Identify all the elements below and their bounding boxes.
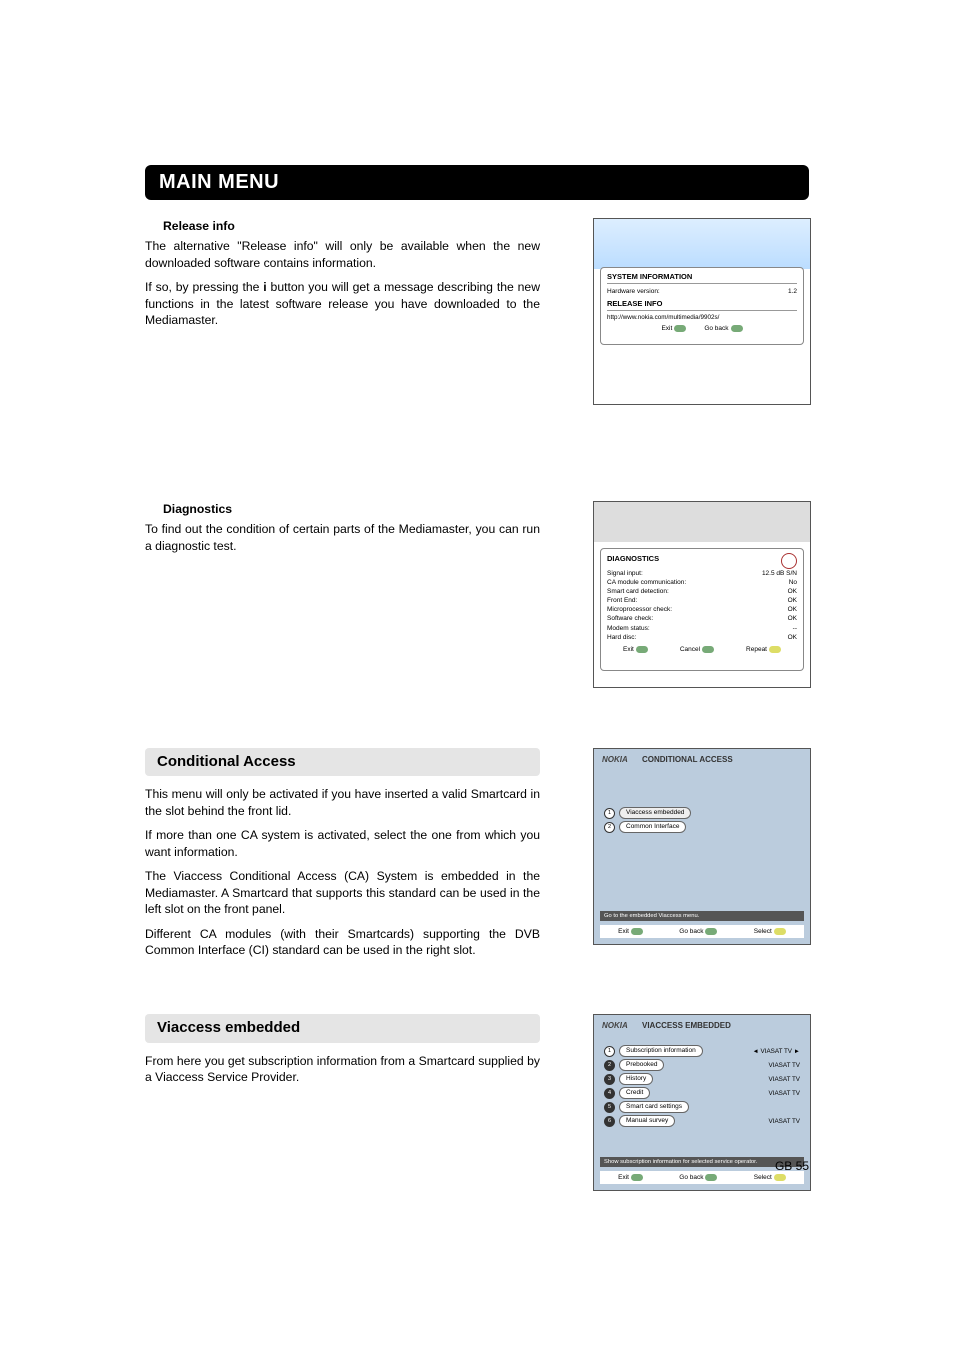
screen1-back-btn: Go back [704, 325, 742, 332]
viaccess-menu-item: 6Manual surveyVIASAT TV [604, 1115, 800, 1127]
viaccess-menu-item: 3HistoryVIASAT TV [604, 1073, 800, 1085]
screen2-rows: Signal input:12.5 dB S/NCA module commun… [607, 569, 797, 642]
screen1-hw-label: Hardware version: [607, 287, 660, 296]
screen4-back-btn: Go back [679, 1174, 717, 1181]
diagnostics-row: Modem status:-- [607, 624, 797, 633]
viaccess-menu-item: 5Smart card settings [604, 1101, 800, 1113]
screen4-select-btn: Select [754, 1174, 786, 1181]
section-release-info: Release info The alternative "Release in… [145, 218, 809, 405]
viaccess-menu-item: 1Subscription information◄ VIASAT TV ► [604, 1045, 800, 1057]
screen2-exit-btn: Exit [623, 646, 648, 653]
conditional-access-heading: Conditional Access [145, 748, 540, 776]
viaccess-menu-item: 2PrebookedVIASAT TV [604, 1059, 800, 1071]
release-info-p1: The alternative "Release info" will only… [145, 238, 540, 271]
diagnostics-row: CA module communication:No [607, 578, 797, 587]
section-diagnostics: Diagnostics To find out the condition of… [145, 501, 809, 688]
screen1-title: SYSTEM INFORMATION [607, 272, 797, 284]
page-title-bar: MAIN MENU [145, 165, 809, 200]
screen4-hint: Show subscription information for select… [600, 1157, 804, 1167]
screen4-exit-btn: Exit [618, 1174, 643, 1181]
page-number: GB 55 [775, 1159, 809, 1173]
diagnostics-heading: Diagnostics [163, 501, 540, 517]
ca-p4: Different CA modules (with their Smartca… [145, 926, 540, 959]
diagnostics-text: Diagnostics To find out the condition of… [145, 501, 540, 688]
diagnostics-row: Smart card detection:OK [607, 587, 797, 596]
document-page: MAIN MENU Release info The alternative "… [0, 0, 954, 1351]
viaccess-menu-item: 4CreditVIASAT TV [604, 1087, 800, 1099]
screen3-back-btn: Go back [679, 928, 717, 935]
screen2-cancel-btn: Cancel [680, 646, 714, 653]
conditional-access-text: Conditional Access This menu will only b… [145, 748, 540, 966]
release-info-text: Release info The alternative "Release in… [145, 218, 540, 405]
diagnostics-row: Microprocessor check:OK [607, 605, 797, 614]
screen2-repeat-btn: Repeat [746, 646, 781, 653]
section-viaccess-embedded: Viaccess embedded From here you get subs… [145, 1014, 809, 1191]
nokia-brand: NOKIA [602, 755, 628, 764]
screen3-exit-btn: Exit [618, 928, 643, 935]
diagnostics-row: Hard disc:OK [607, 633, 797, 642]
screenshot-diagnostics: DIAGNOSTICS Signal input:12.5 dB S/NCA m… [593, 501, 811, 688]
screenshot-system-information: SYSTEM INFORMATION Hardware version: 1.2… [593, 218, 811, 405]
screen3-select-btn: Select [754, 928, 786, 935]
section-conditional-access: Conditional Access This menu will only b… [145, 748, 809, 966]
screenshot-conditional-access: NOKIA CONDITIONAL ACCESS 1Viaccess embed… [593, 748, 811, 945]
screen1-hw-value: 1.2 [788, 287, 797, 296]
page-title: MAIN MENU [159, 171, 279, 193]
diagnostics-p1: To find out the condition of certain par… [145, 521, 540, 554]
screen3-title: CONDITIONAL ACCESS [642, 755, 733, 764]
viaccess-heading: Viaccess embedded [145, 1014, 540, 1042]
screen4-title: VIACCESS EMBEDDED [642, 1021, 731, 1030]
diagnostics-screenshot: DIAGNOSTICS Signal input:12.5 dB S/NCA m… [593, 501, 809, 688]
ca-p1: This menu will only be activated if you … [145, 786, 540, 819]
release-info-p2: If so, by pressing the i button you will… [145, 279, 540, 328]
stop-icon [781, 553, 797, 569]
release-info-screenshot: SYSTEM INFORMATION Hardware version: 1.2… [593, 218, 809, 405]
ca-p3: The Viaccess Conditional Access (CA) Sys… [145, 868, 540, 917]
screen2-title: DIAGNOSTICS [607, 554, 659, 565]
release-info-heading: Release info [163, 218, 540, 234]
viaccess-text: Viaccess embedded From here you get subs… [145, 1014, 540, 1191]
screen1-url: http://www.nokia.com/multimedia/9902s/ [607, 314, 797, 321]
diagnostics-row: Signal input:12.5 dB S/N [607, 569, 797, 578]
screen3-hint: Go to the embedded Viaccess menu. [600, 911, 804, 921]
screen1-release-title: RELEASE INFO [607, 299, 797, 311]
viaccess-p1: From here you get subscription informati… [145, 1053, 540, 1086]
ca-menu-item: 2Common Interface [604, 821, 691, 833]
diagnostics-row: Software check:OK [607, 614, 797, 623]
ca-menu-item: 1Viaccess embedded [604, 807, 691, 819]
screen1-exit-btn: Exit [661, 325, 686, 332]
diagnostics-row: Front End:OK [607, 596, 797, 605]
ca-p2: If more than one CA system is activated,… [145, 827, 540, 860]
nokia-brand: NOKIA [602, 1021, 628, 1030]
conditional-access-screenshot: NOKIA CONDITIONAL ACCESS 1Viaccess embed… [593, 748, 809, 966]
